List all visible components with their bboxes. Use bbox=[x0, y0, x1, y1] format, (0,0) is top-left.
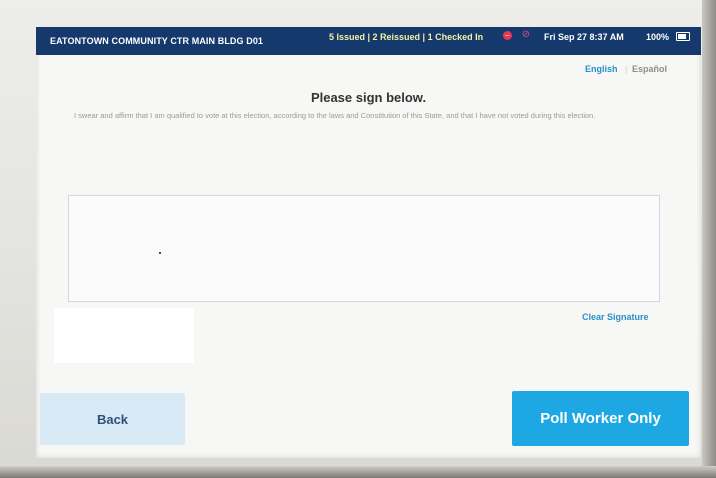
signature-stroke bbox=[159, 252, 161, 254]
date-time: Fri Sep 27 8:37 AM bbox=[544, 32, 624, 42]
oath-text: I swear and affirm that I am qualified t… bbox=[74, 111, 596, 120]
language-separator: | bbox=[625, 64, 628, 74]
page-title: Please sign below. bbox=[310, 90, 427, 105]
poll-worker-only-button[interactable]: Poll Worker Only bbox=[512, 391, 689, 446]
back-button[interactable]: Back bbox=[40, 393, 185, 445]
status-bar: EATONTOWN COMMUNITY CTR MAIN BLDG D01 5 … bbox=[36, 27, 701, 55]
blank-panel bbox=[54, 308, 194, 363]
language-spanish-link[interactable]: Español bbox=[632, 64, 667, 74]
alert-icon: – bbox=[503, 31, 512, 40]
no-connection-icon: ⊘ bbox=[521, 29, 531, 40]
battery-icon bbox=[676, 32, 690, 41]
signature-pad[interactable] bbox=[68, 195, 660, 302]
voter-counts: 5 Issued | 2 Reissued | 1 Checked In bbox=[329, 32, 484, 42]
polling-location: EATONTOWN COMMUNITY CTR MAIN BLDG D01 bbox=[50, 36, 264, 46]
language-english-link[interactable]: English bbox=[585, 64, 618, 74]
clear-signature-button[interactable]: Clear Signature bbox=[582, 312, 649, 322]
bezel-edge-bottom bbox=[0, 466, 716, 478]
bezel-edge bbox=[702, 0, 716, 478]
touch-screen: EATONTOWN COMMUNITY CTR MAIN BLDG D01 5 … bbox=[36, 27, 701, 458]
battery-level: 100% bbox=[646, 32, 670, 42]
